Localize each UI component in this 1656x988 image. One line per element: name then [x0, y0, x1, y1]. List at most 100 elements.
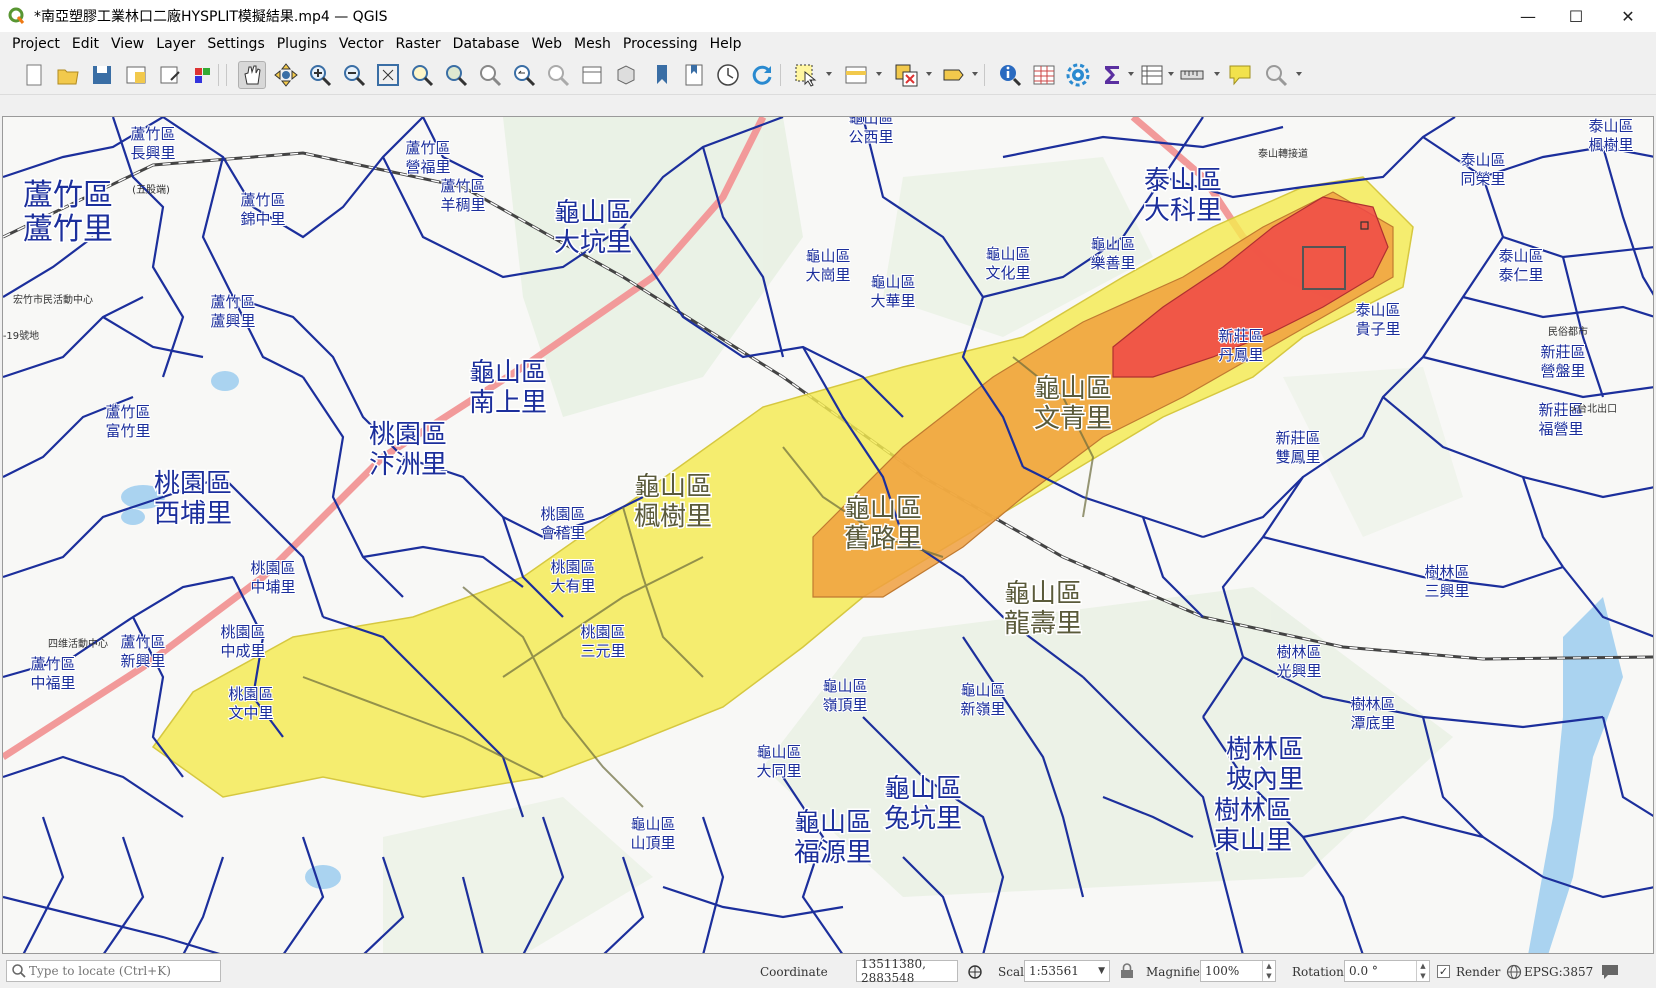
measure-line-button[interactable]: [1178, 61, 1206, 89]
render-label: Render: [1456, 965, 1501, 979]
new-3d-map-view-button[interactable]: [612, 61, 640, 89]
save-project-button[interactable]: [88, 61, 116, 89]
map-label-small-village: 中福里: [30, 674, 75, 692]
menu-raster[interactable]: Raster: [390, 36, 447, 52]
map-label-small-village: 山頂里: [630, 834, 675, 852]
menu-vector[interactable]: Vector: [333, 36, 390, 52]
map-label-large-village: 蘆竹里: [23, 212, 113, 247]
map-tips-button[interactable]: [1226, 61, 1254, 89]
zoom-to-selection-button[interactable]: [408, 61, 436, 89]
rotation-field[interactable]: 0.0 ° ▲ ▼: [1344, 960, 1430, 982]
deselect-button[interactable]: [892, 61, 920, 89]
menu-help[interactable]: Help: [704, 36, 748, 52]
dropdown-arrow-icon[interactable]: [876, 72, 882, 76]
minimize-button[interactable]: —: [1504, 0, 1552, 32]
layout-manager-button[interactable]: [156, 61, 184, 89]
new-spatial-bookmark-icon: [657, 65, 667, 84]
map-label-large-district: 蘆竹區: [23, 178, 113, 213]
village-boundary-line: [201, 156, 304, 378]
render-checkbox[interactable]: ✓: [1437, 965, 1450, 978]
select-by-value-button[interactable]: [940, 61, 968, 89]
dropdown-arrow-icon[interactable]: [1214, 72, 1220, 76]
locator-search-button[interactable]: [1262, 61, 1290, 89]
close-button[interactable]: ✕: [1604, 0, 1652, 32]
messages-icon[interactable]: [1600, 963, 1620, 981]
menu-view[interactable]: View: [105, 36, 150, 52]
zoom-out-button[interactable]: [340, 61, 368, 89]
menu-edit[interactable]: Edit: [66, 36, 105, 52]
menu-project[interactable]: Project: [6, 36, 66, 52]
show-bookmarks-button[interactable]: [680, 61, 708, 89]
dropdown-arrow-icon[interactable]: [972, 72, 978, 76]
pan-map-button[interactable]: [238, 61, 266, 89]
zoom-native-button[interactable]: [476, 61, 504, 89]
map-label-small-village: 大崗里: [805, 266, 850, 284]
pan-to-selection-icon: [274, 63, 298, 87]
dropdown-arrow-icon[interactable]: [1128, 72, 1134, 76]
village-boundary-line: [162, 117, 424, 239]
attribute-table-select-button[interactable]: [842, 61, 870, 89]
map-label-small-village: 營福里: [405, 158, 450, 176]
select-features-button[interactable]: [792, 61, 820, 89]
magnifier-spinner[interactable]: ▲ ▼: [1262, 961, 1275, 981]
village-boundary-line: [182, 856, 225, 953]
zoom-to-layer-icon: [446, 65, 468, 87]
zoom-in-button[interactable]: [306, 61, 334, 89]
processing-toolbox-button[interactable]: [1064, 61, 1092, 89]
dropdown-arrow-icon[interactable]: [826, 72, 832, 76]
zoom-last-button[interactable]: [510, 61, 538, 89]
crs-button[interactable]: EPSG:3857: [1524, 965, 1593, 979]
zoom-full-button[interactable]: [374, 61, 402, 89]
zoom-next-button[interactable]: [544, 61, 572, 89]
map-label-small-district: 桃園區: [550, 558, 595, 576]
identify-features-button[interactable]: [996, 61, 1024, 89]
dropdown-arrow-icon[interactable]: [926, 72, 932, 76]
map-label-small-village: 公西里: [848, 128, 893, 146]
menu-web[interactable]: Web: [525, 36, 568, 52]
menu-mesh[interactable]: Mesh: [568, 36, 617, 52]
map-label-large-district: 桃園區: [369, 420, 447, 450]
pan-to-selection-button[interactable]: [272, 61, 300, 89]
menu-plugins[interactable]: Plugins: [271, 36, 333, 52]
menu-database[interactable]: Database: [447, 36, 526, 52]
locator-box[interactable]: [6, 960, 221, 982]
menu-layer[interactable]: Layer: [150, 36, 201, 52]
dropdown-arrow-icon[interactable]: [1168, 72, 1174, 76]
style-manager-button[interactable]: [190, 61, 218, 89]
map-label-small-district: 龜山區: [1090, 235, 1135, 253]
map-label-small-district: 蘆竹區: [120, 633, 165, 651]
lock-icon[interactable]: [1120, 963, 1134, 979]
rotation-spinner[interactable]: ▲ ▼: [1416, 961, 1429, 981]
new-project-button[interactable]: [20, 61, 48, 89]
open-attribute-table-button[interactable]: [1030, 61, 1058, 89]
statistical-summary-button[interactable]: [1098, 61, 1126, 89]
village-boundary-line: [701, 816, 725, 953]
map-label-small-village: 新興里: [120, 652, 165, 670]
new-spatial-bookmark-button[interactable]: [648, 61, 676, 89]
new-print-layout-button[interactable]: [122, 61, 150, 89]
map-tips-icon: [1229, 65, 1251, 86]
zoom-to-layer-button[interactable]: [442, 61, 470, 89]
new-map-view-button[interactable]: [578, 61, 606, 89]
magnifier-field[interactable]: 100% ▲ ▼: [1200, 960, 1276, 982]
dropdown-arrow-icon[interactable]: [1296, 72, 1302, 76]
temporal-controller-button[interactable]: [714, 61, 742, 89]
rotation-value: 0.0 °: [1349, 964, 1378, 978]
menu-settings[interactable]: Settings: [201, 36, 270, 52]
map-label-small-district: 新莊區: [1540, 343, 1585, 361]
refresh-button[interactable]: [748, 61, 776, 89]
map-label-small-village: 錦中里: [240, 210, 285, 228]
maximize-button[interactable]: ☐: [1552, 0, 1600, 32]
map-label-small-village: 潭底里: [1350, 714, 1395, 732]
menu-processing[interactable]: Processing: [617, 36, 704, 52]
scale-combo[interactable]: 1:53561 ▼: [1024, 960, 1110, 982]
map-label-small-village: 三元里: [580, 642, 625, 660]
field-calculator-button[interactable]: [1138, 61, 1166, 89]
open-attribute-table-icon: [1033, 65, 1055, 85]
coordinate-field[interactable]: 13511380, 2883548: [856, 957, 958, 985]
locator-input[interactable]: [27, 964, 211, 978]
toggle-extents-icon[interactable]: [966, 963, 984, 981]
open-project-button[interactable]: [54, 61, 82, 89]
map-canvas[interactable]: 蘆竹區 蘆竹里 龜山區 大坑里 泰山區 大科里 龜山區 南上里 桃園區 汴洲里 桃園區 西埔里 龜山區楓…: [2, 116, 1654, 954]
zoom-out-icon: [344, 65, 366, 87]
